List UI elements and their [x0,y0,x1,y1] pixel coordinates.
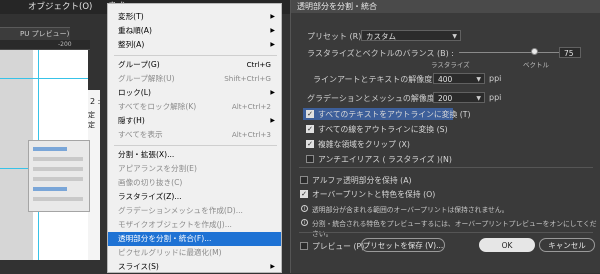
menu-item-expand[interactable]: 分割・拡張(X)... [108,148,281,162]
lineart-resolution-select[interactable]: 400 ▼ [433,73,485,84]
antialias-checkbox[interactable] [306,155,314,163]
document-tab[interactable]: PU プレビュー) [0,27,70,40]
preserve-alpha-checkbox[interactable] [300,176,308,184]
preset-label: プリセット (R) : [307,32,367,41]
balance-label: ラスタライズとベクトルのバランス (B) : [307,49,454,58]
chevron-right-icon: ▶ [270,13,275,20]
menubar-item-object[interactable]: オブジェクト(O) [28,0,92,14]
menu-item-group[interactable]: グループ(G) Ctrl+G [108,58,281,72]
balance-slider-track[interactable] [459,52,559,53]
menu-item-pixel-grid[interactable]: ピクセルグリッドに最適化(M) [108,246,281,260]
info-text: 透明部分が含まれる範囲のオーバープリントは保持されません。 [312,206,509,214]
chevron-right-icon: ▶ [270,263,275,270]
ppi-unit: ppi [489,74,502,83]
menu-separator [114,55,277,56]
preserve-alpha-label: アルファ透明部分を保持 (A) [312,176,412,185]
balance-value-input[interactable]: 75 [559,47,581,58]
balance-left-label: ラスタライズ [431,61,470,69]
artwork-text: 定 [88,111,95,119]
menu-item-arrange[interactable]: 重ね順(A) ▶ [108,24,281,38]
preview-checkbox[interactable] [300,242,308,250]
menu-item-gradient-mesh[interactable]: グラデーションメッシュを作成(D)... [108,204,281,218]
artwork-bar [33,197,83,201]
outline-text-label: すべてのテキストをアウトラインに変換 (T) [318,110,471,119]
horizontal-ruler: -200 [0,40,90,50]
artwork-panel [28,140,90,212]
artwork-text: 2 : [90,97,101,106]
clip-complex-checkbox[interactable]: ✓ [306,140,314,148]
divider [299,232,593,233]
outline-text-checkbox[interactable]: ✓ [306,110,314,118]
chevron-down-icon: ▼ [452,33,457,40]
menu-item-flatten-transparency[interactable]: 透明部分を分割・統合(F)... [108,232,281,246]
menu-item-ungroup[interactable]: グループ解除(U) Shift+Ctrl+G [108,72,281,86]
menu-item-slice[interactable]: スライス(S) ▶ [108,260,281,274]
chevron-down-icon: ▼ [476,95,481,102]
divider [299,167,593,168]
chevron-right-icon: ▶ [270,41,275,48]
ppi-unit: ppi [489,93,502,102]
gradient-resolution-select[interactable]: 200 ▼ [433,92,485,103]
artwork-bar [33,157,83,161]
info-text: 分割・統合される特色をプレビューするには、オーバープリントプレビューをオンにして… [312,220,597,238]
chevron-right-icon: ▶ [270,27,275,34]
lineart-resolution-label: ラインアートとテキストの解像度 (L) : [313,75,451,84]
clip-complex-label: 複雑な領域をクリップ (X) [318,140,410,149]
balance-slider-thumb[interactable] [530,48,538,55]
menu-item-crop-image[interactable]: 画像の切り抜き(C) [108,176,281,190]
antialias-label: アンチエイリアス ( ラスタライズ )(N) [318,155,452,164]
chevron-down-icon: ▼ [476,76,481,83]
preserve-overprint-checkbox[interactable]: ✓ [300,190,308,198]
menu-separator [114,145,277,146]
save-preset-button[interactable]: プリセットを保存 (V)... [361,238,445,252]
artwork-bar [33,147,67,151]
artwork-bar [33,167,83,171]
preserve-overprint-label: オーバープリントと特色を保持 (O) [312,190,436,199]
dialog-title: 透明部分を分割・統合 [291,0,600,13]
ruler-tick-label: -200 [58,41,72,48]
menu-item-align[interactable]: 整列(A) ▶ [108,38,281,52]
menu-item-rasterize[interactable]: ラスタライズ(Z)... [108,190,281,204]
object-context-menu: 変形(T) ▶ 重ね順(A) ▶ 整列(A) ▶ グループ(G) Ctrl+G グループ… [107,3,282,273]
ok-button[interactable]: OK [479,238,535,252]
chevron-right-icon: ▶ [270,89,275,96]
artwork-bar [33,177,83,181]
menu-item-hide[interactable]: 隠す(H) ▶ [108,114,281,128]
menu-item-mosaic[interactable]: モザイクオブジェクトを作成(J)... [108,218,281,232]
info-icon: i [301,219,308,226]
guide-line [0,78,88,79]
info-icon: i [301,205,308,212]
menu-item-lock[interactable]: ロック(L) ▶ [108,86,281,100]
menu-item-show-all[interactable]: すべてを表示 Alt+Ctrl+3 [108,128,281,142]
chevron-right-icon: ▶ [270,117,275,124]
artwork-text: 定 [88,121,95,129]
menu-item-expand-appearance[interactable]: アピアランスを分割(E) [108,162,281,176]
outline-strokes-checkbox[interactable]: ✓ [306,125,314,133]
flatten-transparency-dialog: 透明部分を分割・統合 プリセット (R) : カスタム ▼ ラスタライズとベクト… [290,0,600,273]
menu-item-unlock-all[interactable]: すべてをロック解除(K) Alt+Ctrl+2 [108,100,281,114]
preset-select[interactable]: カスタム ▼ [361,30,461,41]
artwork-bar [33,187,67,191]
menu-item-transform[interactable]: 変形(T) ▶ [108,10,281,24]
preview-label: プレビュー (P) [312,242,365,251]
outline-strokes-label: すべての線をアウトラインに変換 (S) [318,125,448,134]
cancel-button[interactable]: キャンセル [539,238,595,252]
balance-right-label: ベクトル [523,61,549,69]
